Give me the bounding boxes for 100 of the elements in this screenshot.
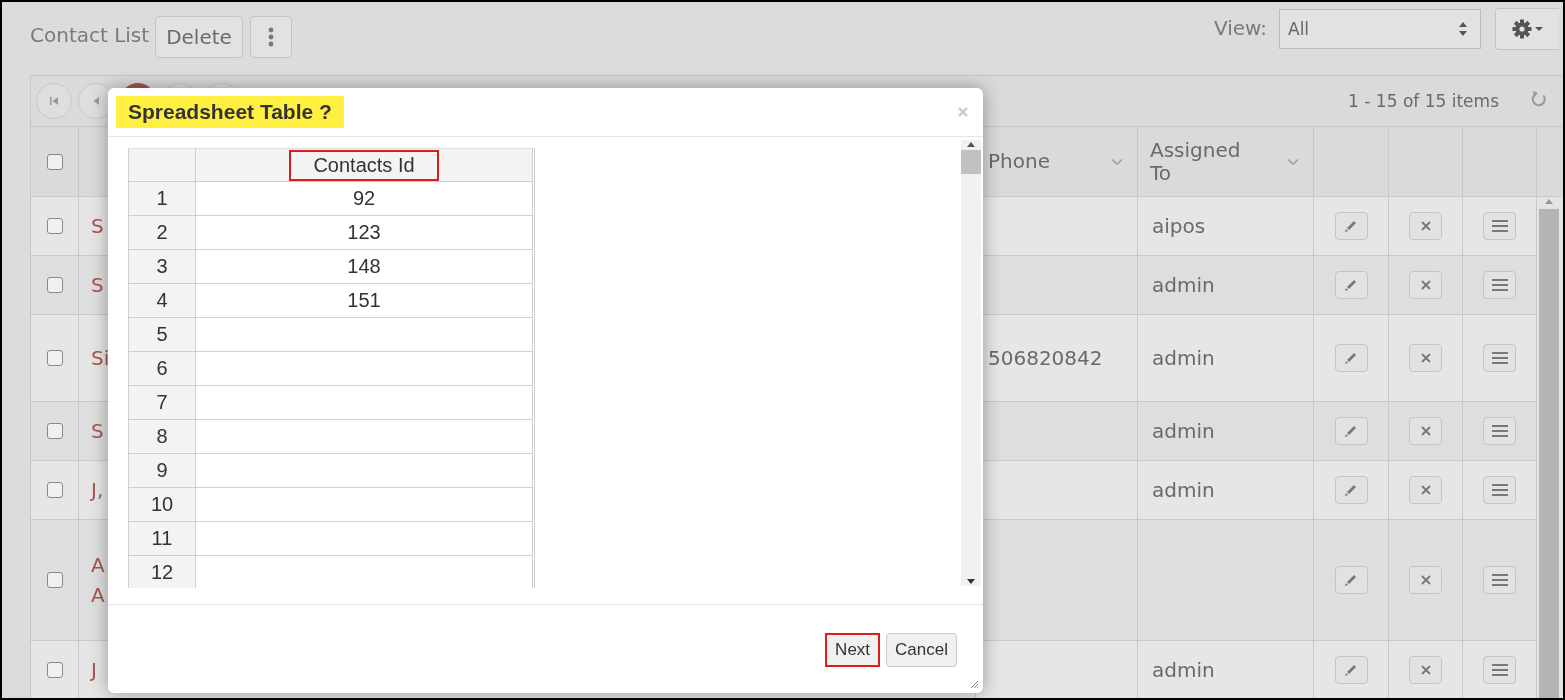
menu-icon <box>1490 483 1509 497</box>
contact-name[interactable]: A <box>91 553 105 577</box>
edit-button[interactable] <box>1334 417 1368 445</box>
pencil-icon <box>1344 663 1358 677</box>
row-number: 12 <box>150 561 174 583</box>
chevron-down-icon <box>1287 157 1299 166</box>
view-label: View: <box>1213 15 1267 40</box>
row-number: 5 <box>156 323 168 345</box>
table-cell-text: admin <box>1151 658 1215 682</box>
delete-row-button[interactable] <box>1409 476 1442 504</box>
view-select[interactable]: All <box>1279 8 1481 49</box>
menu-button[interactable] <box>1483 212 1516 240</box>
row-number: 8 <box>156 425 168 447</box>
scrollbar[interactable] <box>1537 197 1561 698</box>
delete-row-button[interactable] <box>1409 566 1442 594</box>
settings-button[interactable] <box>1495 7 1559 50</box>
row-number: 7 <box>156 391 168 413</box>
contact-name[interactable]: J <box>91 658 97 682</box>
arrow-up-icon <box>1544 197 1554 205</box>
close-icon <box>1419 484 1432 496</box>
row-number: 6 <box>156 357 168 379</box>
contact-name[interactable]: Si <box>91 346 110 370</box>
dialog-button[interactable]: Cancel <box>886 633 957 667</box>
previous-icon <box>92 96 100 106</box>
menu-icon <box>1490 278 1509 292</box>
pencil-icon <box>1344 573 1358 587</box>
checkbox[interactable] <box>46 662 63 678</box>
close-icon <box>1419 574 1432 586</box>
table-cell: 151 <box>347 289 381 311</box>
column-header[interactable]: Assigned To <box>1138 138 1250 185</box>
pencil-icon <box>1344 424 1358 438</box>
close-icon <box>1419 352 1432 364</box>
edit-button[interactable] <box>1334 476 1368 504</box>
edit-button[interactable] <box>1334 271 1368 299</box>
pencil-icon <box>1344 483 1358 497</box>
kebab-icon <box>267 26 274 47</box>
close-icon <box>1419 664 1432 676</box>
edit-button[interactable] <box>1334 212 1368 240</box>
table-cell-text: admin <box>1151 419 1215 443</box>
dialog-button[interactable]: Next <box>825 633 881 667</box>
contact-name[interactable]: S <box>91 214 104 238</box>
row-number: 1 <box>156 187 168 209</box>
contact-name[interactable]: J, <box>91 478 104 502</box>
edit-button[interactable] <box>1334 656 1368 684</box>
menu-button[interactable] <box>1483 566 1516 594</box>
checkbox[interactable] <box>46 350 63 366</box>
first-page-icon <box>49 96 59 106</box>
close-icon <box>1419 279 1432 291</box>
column-header: Contacts Id <box>289 149 439 181</box>
table-cell-text: aipos <box>1151 214 1206 238</box>
close-icon <box>1419 425 1432 437</box>
scrollbar[interactable] <box>961 140 981 586</box>
menu-button[interactable] <box>1483 271 1516 299</box>
table-cell-text: admin <box>1151 346 1215 370</box>
checkbox[interactable] <box>46 572 63 588</box>
pencil-icon <box>1344 278 1358 292</box>
contact-name[interactable]: S <box>91 273 104 297</box>
checkbox[interactable] <box>46 482 63 498</box>
delete-button[interactable]: Delete <box>155 15 243 58</box>
dialog-title: Spreadsheet Table ? <box>116 96 344 128</box>
table-cell: 148 <box>347 255 381 277</box>
item-count: 1 - 15 of 15 items <box>1348 91 1499 111</box>
contact-name[interactable]: A <box>91 583 105 607</box>
table-cell-text: admin <box>1151 478 1215 502</box>
page-title: Contact List <box>30 22 150 47</box>
menu-button[interactable] <box>1483 656 1516 684</box>
scroll-thumb[interactable] <box>961 150 981 174</box>
delete-row-button[interactable] <box>1409 212 1442 240</box>
more-button[interactable] <box>249 15 292 58</box>
delete-row-button[interactable] <box>1409 656 1442 684</box>
checkbox[interactable] <box>46 277 63 293</box>
menu-icon <box>1490 663 1509 677</box>
row-number: 9 <box>156 459 168 481</box>
gear-icon <box>1511 18 1544 39</box>
arrow-down-icon <box>966 578 976 586</box>
menu-icon <box>1490 351 1509 365</box>
menu-icon <box>1490 219 1509 233</box>
table-cell-text: 506820842 <box>987 346 1103 370</box>
delete-row-button[interactable] <box>1409 344 1442 372</box>
checkbox[interactable] <box>46 153 63 170</box>
row-number: 4 <box>156 289 168 311</box>
row-number: 10 <box>150 493 174 515</box>
menu-icon <box>1490 573 1509 587</box>
edit-button[interactable] <box>1334 344 1368 372</box>
close-icon <box>1419 220 1432 232</box>
table-cell-text: admin <box>1151 273 1215 297</box>
delete-row-button[interactable] <box>1409 417 1442 445</box>
row-number: 3 <box>156 255 168 277</box>
scroll-thumb[interactable] <box>1539 209 1559 698</box>
contact-name[interactable]: S <box>91 419 104 443</box>
edit-button[interactable] <box>1334 566 1368 594</box>
checkbox[interactable] <box>46 423 63 439</box>
updown-icon <box>1458 20 1468 37</box>
menu-button[interactable] <box>1483 344 1516 372</box>
menu-button[interactable] <box>1483 417 1516 445</box>
checkbox[interactable] <box>46 218 63 234</box>
pager-button[interactable] <box>36 83 72 119</box>
menu-button[interactable] <box>1483 476 1516 504</box>
delete-row-button[interactable] <box>1409 271 1442 299</box>
chevron-down-icon <box>1111 157 1123 166</box>
